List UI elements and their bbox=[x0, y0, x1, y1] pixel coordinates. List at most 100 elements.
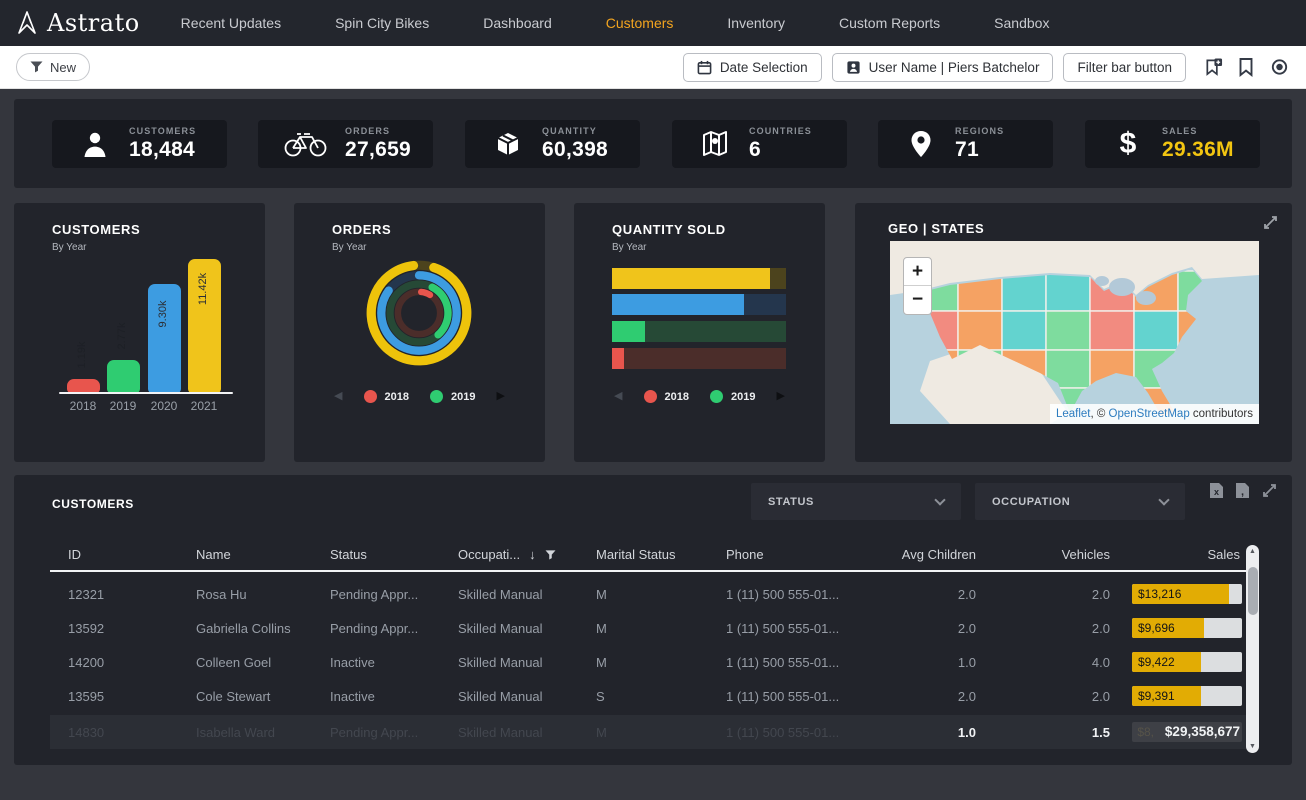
legend-next-icon[interactable]: ▶ bbox=[496, 391, 504, 402]
scrollbar-thumb[interactable] bbox=[1248, 567, 1258, 615]
sort-desc-icon[interactable]: ↓ bbox=[529, 547, 536, 562]
export-excel-icon[interactable]: x bbox=[1209, 482, 1224, 499]
attribution-text: contributors bbox=[1190, 408, 1253, 420]
cell-occupation: Skilled Manual bbox=[458, 621, 596, 636]
bookmark-add-icon[interactable] bbox=[1204, 57, 1223, 77]
header-phone[interactable]: Phone bbox=[726, 547, 868, 562]
legend-item-2018[interactable]: 2018 bbox=[364, 390, 409, 403]
table-scrollbar[interactable]: ▲ ▼ bbox=[1246, 545, 1259, 753]
nav-item-spin-city-bikes[interactable]: Spin City Bikes bbox=[308, 15, 456, 31]
cell-id: 13595 bbox=[68, 689, 196, 704]
date-selection-button[interactable]: Date Selection bbox=[683, 53, 822, 82]
chart-title: CUSTOMERS bbox=[52, 222, 140, 237]
kpi-value: 18,484 bbox=[129, 138, 196, 162]
sales-data-bar: $9,391 bbox=[1132, 686, 1242, 706]
table-row[interactable]: 14200 Colleen Goel Inactive Skilled Manu… bbox=[50, 645, 1246, 679]
header-name[interactable]: Name bbox=[196, 547, 330, 562]
osm-link[interactable]: OpenStreetMap bbox=[1109, 408, 1190, 420]
attribution-text: , © bbox=[1090, 408, 1108, 420]
kpi-sales: $ SALES 29.36M bbox=[1085, 120, 1260, 168]
orders-legend: ◀ 2018 2019 ▶ bbox=[294, 390, 545, 403]
cell-phone: 1 (11) 500 555-01... bbox=[726, 655, 868, 670]
top-nav: Astrato Recent Updates Spin City Bikes D… bbox=[0, 0, 1306, 46]
table-row[interactable]: 12321 Rosa Hu Pending Appr... Skilled Ma… bbox=[50, 577, 1246, 611]
legend-next-icon[interactable]: ▶ bbox=[776, 391, 784, 402]
cell-status: Pending Appr... bbox=[330, 587, 458, 602]
header-occupation-label: Occupati... bbox=[458, 547, 520, 562]
cell-phone: 1 (11) 500 555-01... bbox=[726, 689, 868, 704]
bar-value-label: 11.42k bbox=[197, 265, 211, 313]
leaflet-map[interactable]: + − Leaflet, © OpenStreetMap contributor… bbox=[890, 241, 1259, 424]
x-tick-2020: 2020 bbox=[144, 399, 184, 413]
nav-item-customers[interactable]: Customers bbox=[579, 15, 701, 31]
legend-label: 2018 bbox=[385, 391, 409, 403]
nav-item-recent-updates[interactable]: Recent Updates bbox=[154, 15, 308, 31]
leaflet-link[interactable]: Leaflet bbox=[1056, 408, 1091, 420]
faded-cell-marital: M bbox=[596, 725, 726, 740]
app-logo[interactable]: Astrato bbox=[16, 9, 140, 37]
user-name-button[interactable]: User Name | Piers Batchelor bbox=[832, 53, 1054, 82]
eye-icon[interactable] bbox=[1269, 59, 1290, 75]
kpi-label: SALES bbox=[1162, 126, 1234, 136]
total-avg-children: 1.0 bbox=[868, 725, 978, 740]
kpi-label: CUSTOMERS bbox=[129, 126, 196, 136]
table-row[interactable]: 13595 Cole Stewart Inactive Skilled Manu… bbox=[50, 679, 1246, 713]
map-zoom-out-button[interactable]: − bbox=[904, 286, 931, 314]
legend-item-2018[interactable]: 2018 bbox=[644, 390, 689, 403]
export-csv-icon[interactable]: , bbox=[1235, 482, 1250, 499]
cell-marital: M bbox=[596, 587, 726, 602]
kpi-value: 60,398 bbox=[542, 138, 608, 162]
customers-table-panel: CUSTOMERS STATUS OCCUPATION x , ID Name … bbox=[14, 475, 1292, 765]
status-filter-dropdown[interactable]: STATUS bbox=[751, 483, 961, 520]
header-sales[interactable]: Sales bbox=[1112, 547, 1242, 562]
cell-sales: $13,216 bbox=[1138, 584, 1181, 604]
nav-item-inventory[interactable]: Inventory bbox=[700, 15, 812, 31]
header-status[interactable]: Status bbox=[330, 547, 458, 562]
svg-text:,: , bbox=[1241, 486, 1244, 498]
box-icon bbox=[494, 130, 522, 158]
bookmark-icon[interactable] bbox=[1238, 57, 1254, 77]
kpi-countries: COUNTRIES 6 bbox=[672, 120, 847, 168]
cell-status: Inactive bbox=[330, 689, 458, 704]
scroll-down-icon[interactable]: ▼ bbox=[1246, 743, 1259, 750]
nav-item-custom-reports[interactable]: Custom Reports bbox=[812, 15, 967, 31]
legend-prev-icon[interactable]: ◀ bbox=[614, 391, 622, 402]
expand-icon[interactable] bbox=[1262, 214, 1279, 231]
map-zoom-in-button[interactable]: + bbox=[904, 258, 931, 286]
funnel-icon bbox=[30, 61, 43, 73]
kpi-label: ORDERS bbox=[345, 126, 411, 136]
header-occupation[interactable]: Occupati... ↓ bbox=[458, 547, 596, 562]
table-row[interactable]: 13592 Gabriella Collins Pending Appr... … bbox=[50, 611, 1246, 645]
kpi-value: 71 bbox=[955, 138, 1004, 162]
occupation-filter-dropdown[interactable]: OCCUPATION bbox=[975, 483, 1185, 520]
legend-item-2019[interactable]: 2019 bbox=[430, 390, 475, 403]
cell-occupation: Skilled Manual bbox=[458, 655, 596, 670]
header-id[interactable]: ID bbox=[68, 547, 196, 562]
legend-prev-icon[interactable]: ◀ bbox=[334, 391, 342, 402]
column-filter-icon[interactable] bbox=[545, 550, 556, 560]
cell-marital: M bbox=[596, 655, 726, 670]
x-tick-2018: 2018 bbox=[63, 399, 103, 413]
legend-dot-2018 bbox=[364, 390, 377, 403]
scroll-up-icon[interactable]: ▲ bbox=[1246, 548, 1259, 555]
astrato-logo-icon bbox=[16, 11, 38, 35]
table-totals-row: 14830 Isabella Ward Pending Appr... Skil… bbox=[50, 715, 1246, 749]
expand-icon[interactable] bbox=[1261, 482, 1278, 499]
nav-item-sandbox[interactable]: Sandbox bbox=[967, 15, 1076, 31]
header-vehicles[interactable]: Vehicles bbox=[978, 547, 1112, 562]
faded-cell-phone: 1 (11) 500 555-01... bbox=[726, 725, 868, 740]
cell-sales: $9,696 bbox=[1138, 618, 1175, 638]
header-marital-status[interactable]: Marital Status bbox=[596, 547, 726, 562]
header-avg-children[interactable]: Avg Children bbox=[868, 547, 978, 562]
legend-item-2019[interactable]: 2019 bbox=[710, 390, 755, 403]
filter-bar-button[interactable]: Filter bar button bbox=[1063, 53, 1186, 82]
quantity-legend: ◀ 2018 2019 ▶ bbox=[574, 390, 825, 403]
geo-states-panel: GEO | STATES bbox=[855, 203, 1292, 462]
cell-name: Colleen Goel bbox=[196, 655, 330, 670]
legend-dot-2019 bbox=[710, 390, 723, 403]
nav-item-dashboard[interactable]: Dashboard bbox=[456, 15, 579, 31]
new-filter-button[interactable]: New bbox=[16, 53, 90, 81]
cell-avg-children: 2.0 bbox=[868, 621, 978, 636]
filter-bar-label: Filter bar button bbox=[1077, 60, 1172, 75]
total-vehicles: 1.5 bbox=[978, 725, 1112, 740]
